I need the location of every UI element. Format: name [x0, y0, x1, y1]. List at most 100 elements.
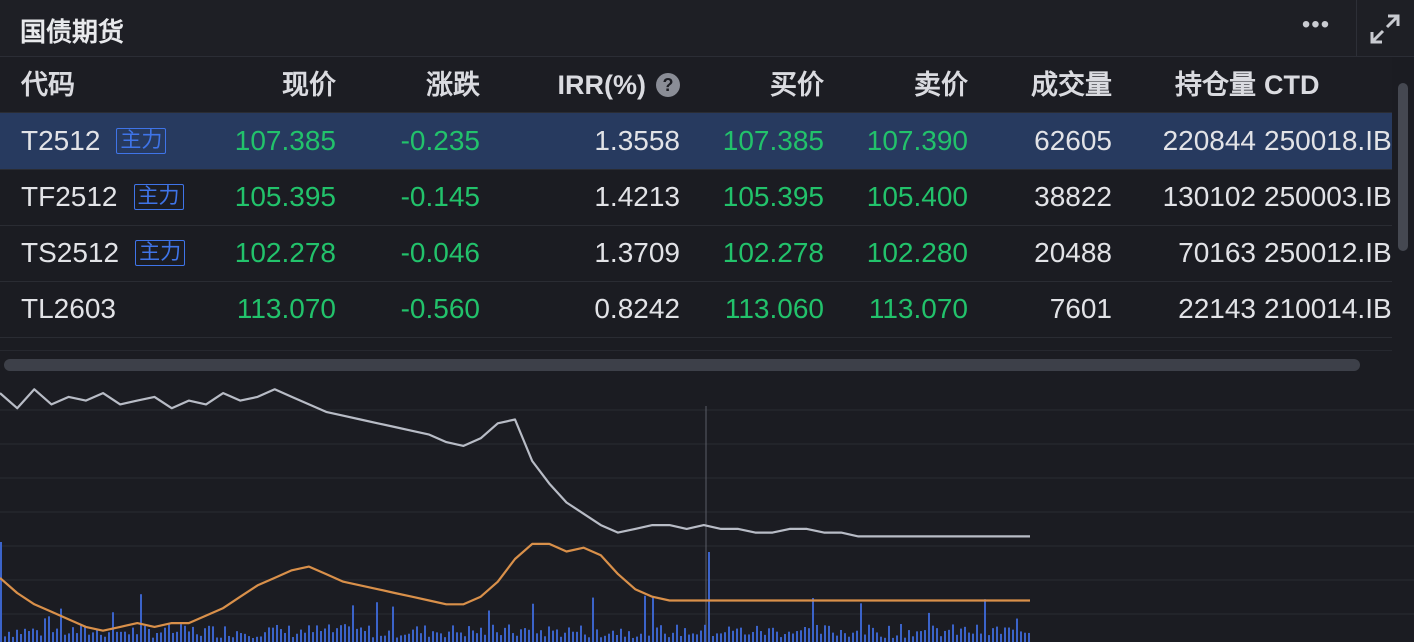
volume-bar [412, 629, 414, 642]
table-row[interactable]: TF2512 主力 105.395 -0.145 1.4213 105.395 1… [0, 169, 1392, 226]
column-header-code[interactable]: 代码 [21, 57, 75, 113]
volume-bar [644, 595, 646, 642]
intraday-chart[interactable] [0, 378, 1414, 642]
volume-bar [984, 599, 986, 642]
volume-bar [704, 624, 706, 642]
volume-bar [180, 624, 182, 642]
volume-bar [436, 632, 438, 642]
volume-bar [308, 625, 310, 642]
column-header-ask[interactable]: 卖价 [914, 57, 968, 113]
volume-bar [140, 594, 142, 642]
contract-code-cell: TF2512 主力 [21, 169, 184, 225]
volume-bar [824, 625, 826, 642]
column-header-open-interest[interactable]: 持仓量 [1175, 57, 1256, 113]
volume-bar [948, 629, 950, 642]
column-header-irr[interactable]: IRR(%)? [558, 57, 680, 113]
volume-bar [848, 636, 850, 642]
volume-bar [712, 635, 714, 642]
ctd-cell: 250012.IB [1264, 237, 1392, 268]
volume-bar [320, 631, 322, 642]
table-row[interactable]: TS2512 主力 102.278 -0.046 1.3709 102.278 1… [0, 225, 1392, 282]
volume-bar [792, 633, 794, 642]
volume-bar [80, 625, 82, 642]
volume-bar [972, 633, 974, 642]
horizontal-scrollbar-thumb[interactable] [4, 359, 1360, 371]
volume-bar [860, 603, 862, 642]
volume-bar [448, 631, 450, 642]
irr-cell: 1.4213 [594, 181, 680, 212]
contract-code-cell: T2512 主力 [21, 113, 167, 169]
volume-bar [764, 634, 766, 642]
volume-bar [816, 624, 818, 642]
volume-bar [1012, 629, 1014, 642]
volume-bar [132, 627, 134, 642]
volume-bar [760, 631, 762, 642]
contract-code-cell: TS2512 主力 [21, 225, 186, 281]
volume-bar [968, 632, 970, 642]
volume-bar [980, 633, 982, 642]
expand-icon[interactable] [1368, 12, 1402, 46]
volume-bar [376, 602, 378, 642]
volume-bar [956, 634, 958, 642]
volume-bar [544, 636, 546, 642]
vertical-scrollbar[interactable] [1392, 57, 1414, 347]
volume-bar [868, 624, 870, 642]
volume-bar [992, 628, 994, 642]
volume-bar [192, 626, 194, 642]
volume-bar [156, 632, 158, 642]
vertical-scrollbar-thumb[interactable] [1398, 83, 1408, 251]
table-row[interactable]: TL2603 113.070 -0.560 0.8242 113.060 113… [0, 281, 1392, 338]
volume-bar [408, 633, 410, 642]
volume-bar [572, 631, 574, 642]
bid-cell: 107.385 [722, 125, 824, 156]
column-header-volume[interactable]: 成交量 [1031, 57, 1112, 113]
volume-bar [328, 624, 330, 642]
horizontal-scrollbar[interactable] [0, 350, 1392, 377]
column-header-ctd[interactable]: CTD [1264, 57, 1320, 113]
volume-bar [324, 628, 326, 642]
volume-bar [52, 632, 54, 642]
volume-bar [672, 632, 674, 642]
ask-cell: 107.390 [866, 125, 968, 156]
volume-bar [864, 634, 866, 642]
volume-bar [212, 626, 214, 642]
ellipsis-icon[interactable]: ••• [1298, 10, 1334, 42]
volume-bar [596, 629, 598, 642]
column-header-change[interactable]: 涨跌 [426, 57, 480, 113]
volume-bar [556, 629, 558, 642]
volume-bar [716, 633, 718, 642]
help-icon[interactable]: ? [656, 72, 680, 97]
volume-bar [0, 542, 2, 642]
volume-bar [696, 634, 698, 642]
volume-bar [380, 635, 382, 642]
volume-bar [36, 630, 38, 642]
volume-bar [1008, 627, 1010, 642]
volume-bar [220, 637, 222, 642]
volume-bar [292, 637, 294, 642]
volume-bar [1000, 633, 1002, 642]
volume-bar [780, 637, 782, 642]
table-header-row: 代码 现价 涨跌 IRR(%)? 买价 卖价 成交量 持仓量 CTD [0, 57, 1392, 113]
volume-bar [492, 624, 494, 642]
ask-cell: 102.280 [866, 237, 968, 268]
column-header-bid[interactable]: 买价 [770, 57, 824, 113]
volume-bar [656, 627, 658, 642]
volume-bar [56, 628, 58, 642]
column-header-price[interactable]: 现价 [282, 57, 336, 113]
volume-bar [124, 631, 126, 642]
volume-bar [736, 628, 738, 642]
volume-bar [804, 626, 806, 642]
volume-bar [1020, 631, 1022, 642]
volume-bar [108, 632, 110, 642]
volume-bar [12, 636, 14, 642]
ctd-cell: 210014.IB [1264, 293, 1392, 324]
change-cell: -0.145 [400, 181, 480, 212]
volume-cell: 7601 [1049, 293, 1112, 324]
volume-bar [700, 630, 702, 642]
header-divider [1356, 0, 1357, 56]
main-contract-badge: 主力 [133, 183, 184, 210]
irr-cell: 1.3558 [594, 125, 680, 156]
table-row[interactable]: T2512 主力 107.385 -0.235 1.3558 107.385 10… [0, 113, 1392, 170]
volume-bar [604, 635, 606, 642]
volume-bar [840, 629, 842, 642]
